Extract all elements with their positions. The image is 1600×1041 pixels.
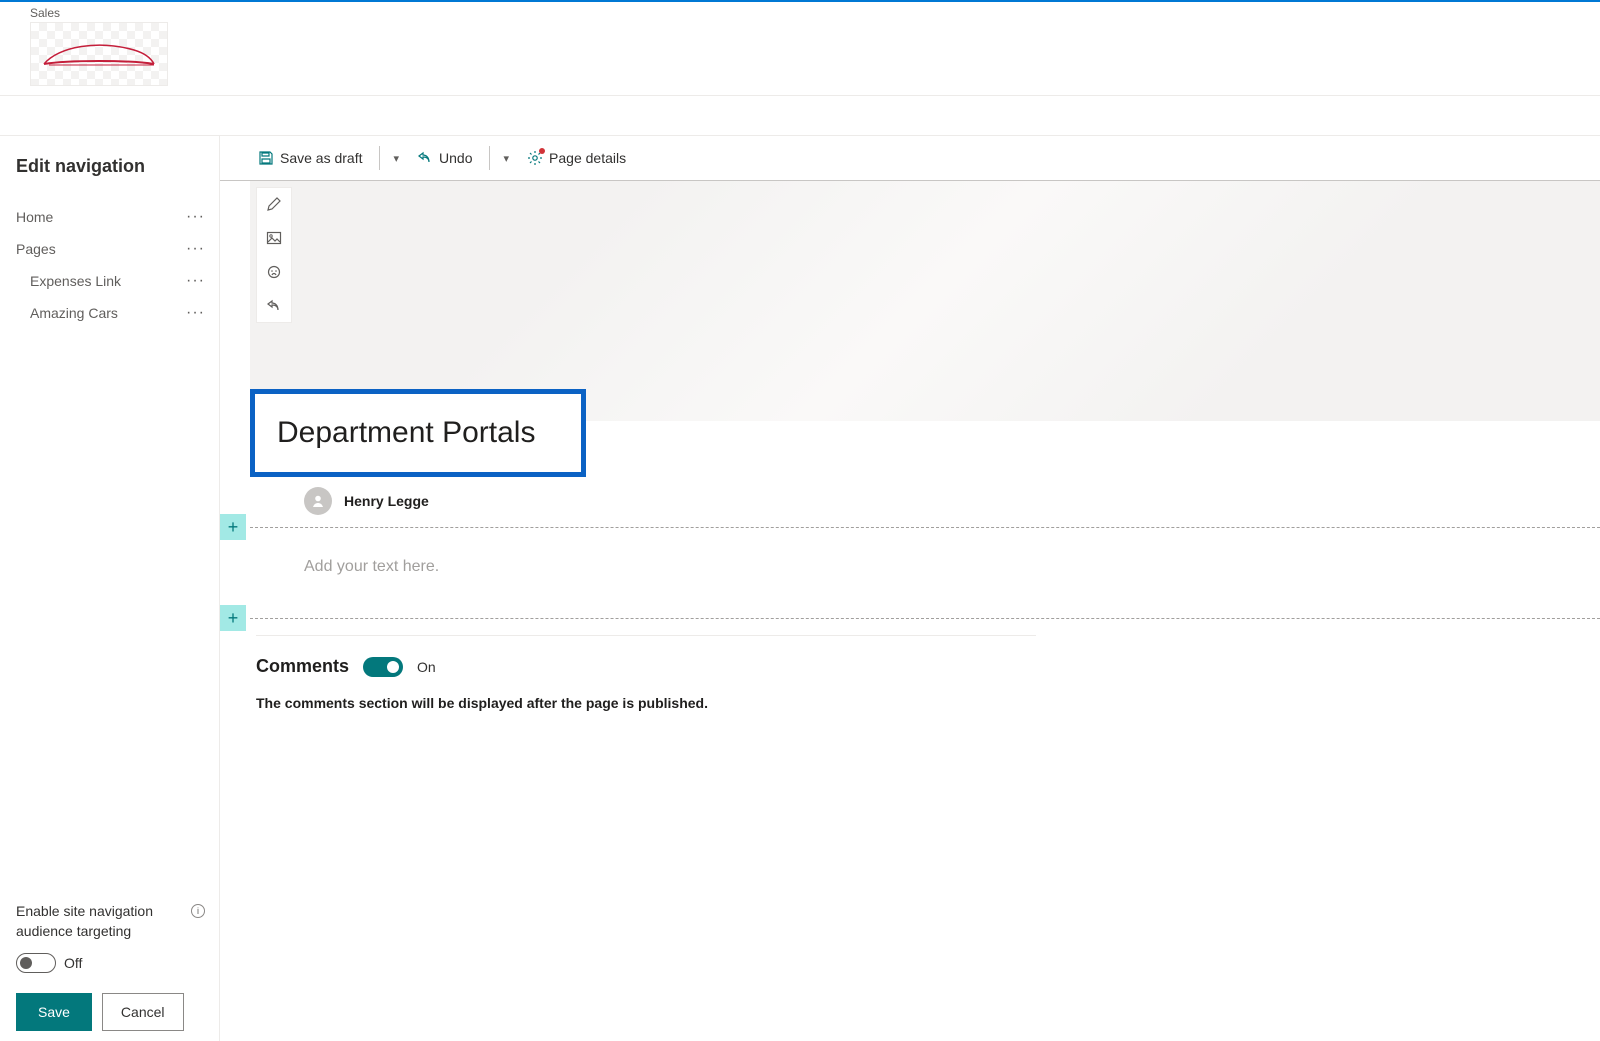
more-icon[interactable]: ··· xyxy=(186,309,205,317)
audience-targeting-toggle-label: Off xyxy=(64,955,82,971)
comments-toggle-label: On xyxy=(417,659,436,675)
cancel-button[interactable]: Cancel xyxy=(102,993,184,1031)
nav-item-label: Expenses Link xyxy=(30,273,121,289)
divider xyxy=(379,146,380,170)
comments-toggle[interactable] xyxy=(363,657,403,677)
save-icon xyxy=(258,150,274,166)
nav-item-home[interactable]: Home ··· xyxy=(16,201,205,233)
focal-point-icon[interactable] xyxy=(264,262,284,282)
site-logo[interactable] xyxy=(30,22,168,86)
gear-icon xyxy=(527,150,543,166)
audience-targeting-text: Enable site navigation audience targetin… xyxy=(16,901,187,941)
nav-item-expenses-link[interactable]: Expenses Link ··· xyxy=(16,265,205,297)
image-icon[interactable] xyxy=(264,228,284,248)
undo-chevron[interactable]: ▾ xyxy=(498,146,516,171)
save-chevron[interactable]: ▾ xyxy=(388,146,406,171)
page-title-text: Department Portals xyxy=(277,416,535,450)
more-icon[interactable]: ··· xyxy=(186,277,205,285)
save-as-draft-label: Save as draft xyxy=(280,150,363,166)
info-icon[interactable]: i xyxy=(191,904,205,918)
header-toolbar xyxy=(256,187,292,323)
undo-button[interactable]: Undo xyxy=(409,144,480,172)
save-as-draft-button[interactable]: Save as draft xyxy=(250,144,371,172)
nav-item-label: Home xyxy=(16,209,53,225)
edit-icon[interactable] xyxy=(264,194,284,214)
sidebar-title: Edit navigation xyxy=(16,156,205,177)
page-details-button[interactable]: Page details xyxy=(519,144,634,172)
command-bar: Save as draft ▾ Undo ▾ Page details xyxy=(220,136,1600,180)
comments-note: The comments section will be displayed a… xyxy=(256,695,1600,711)
nav-item-pages[interactable]: Pages ··· xyxy=(16,233,205,265)
divider xyxy=(489,146,490,170)
edit-navigation-panel: Edit navigation Home ··· Pages ··· Expen… xyxy=(0,136,220,1041)
audience-targeting-toggle[interactable] xyxy=(16,953,56,973)
header-spacer xyxy=(0,96,1600,136)
nav-item-label: Amazing Cars xyxy=(30,305,118,321)
comments-section: Comments On The comments section will be… xyxy=(250,619,1600,711)
avatar-icon xyxy=(304,487,332,515)
reset-icon[interactable] xyxy=(264,296,284,316)
sidebar-footer: Enable site navigation audience targetin… xyxy=(16,901,205,1031)
page-details-label: Page details xyxy=(549,150,626,166)
nav-item-label: Pages xyxy=(16,241,56,257)
car-logo-icon xyxy=(39,36,159,72)
more-icon[interactable]: ··· xyxy=(186,213,205,221)
author-name: Henry Legge xyxy=(344,493,429,509)
page-header-region[interactable] xyxy=(250,181,1600,421)
audience-targeting-label: Enable site navigation audience targetin… xyxy=(16,901,205,941)
comments-title: Comments xyxy=(256,656,349,677)
add-section-button[interactable]: + xyxy=(220,514,246,540)
undo-label: Undo xyxy=(439,150,472,166)
section-divider xyxy=(250,527,1600,528)
section-divider xyxy=(250,618,1600,619)
page-canvas: Save as draft ▾ Undo ▾ Page details xyxy=(220,136,1600,1041)
nav-item-amazing-cars[interactable]: Amazing Cars ··· xyxy=(16,297,205,329)
comments-divider xyxy=(256,635,1036,636)
save-button[interactable]: Save xyxy=(16,993,92,1031)
more-icon[interactable]: ··· xyxy=(186,245,205,253)
site-header: Sales xyxy=(0,2,1600,96)
site-name: Sales xyxy=(30,6,1600,20)
add-section-button[interactable]: + xyxy=(220,605,246,631)
text-webpart-placeholder[interactable]: Add your text here. xyxy=(250,528,1600,606)
undo-icon xyxy=(417,150,433,166)
page-title-input[interactable]: Department Portals xyxy=(250,389,586,477)
author-row[interactable]: Henry Legge xyxy=(304,487,1600,515)
